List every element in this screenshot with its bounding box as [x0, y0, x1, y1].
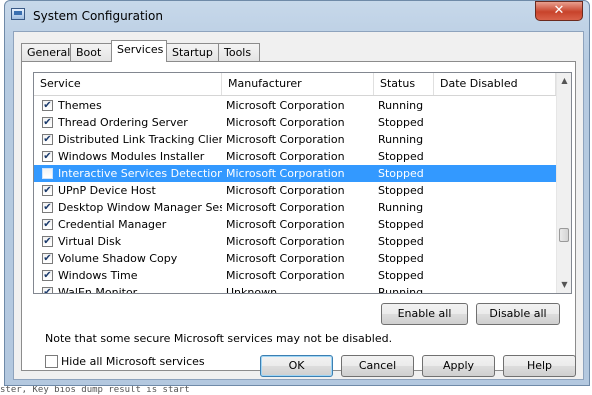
service-status: Stopped: [378, 150, 424, 163]
service-checkbox[interactable]: ✔: [42, 253, 53, 264]
service-row[interactable]: Interactive Services Detection Microsoft …: [34, 165, 556, 182]
service-row[interactable]: ✔ Credential Manager Microsoft Corporation…: [34, 216, 556, 233]
hide-microsoft-services-checkbox[interactable]: [45, 355, 58, 368]
service-manufacturer: Microsoft Corporation: [226, 150, 345, 163]
service-checkbox[interactable]: ✔: [42, 134, 53, 145]
service-checkbox[interactable]: ✔: [42, 151, 53, 162]
service-row[interactable]: ✔ Windows Time Microsoft Corporation Stoppe…: [34, 267, 556, 284]
service-status: Running: [378, 133, 424, 146]
service-row[interactable]: ✔ WalEn Monitor Unknown Running: [34, 284, 556, 294]
service-checkbox[interactable]: ✔: [42, 236, 53, 247]
service-manufacturer: Microsoft Corporation: [226, 99, 345, 112]
service-status: Running: [378, 201, 424, 214]
service-manufacturer: Microsoft Corporation: [226, 167, 345, 180]
ok-button[interactable]: OK: [260, 355, 333, 377]
apply-button[interactable]: Apply: [422, 355, 495, 377]
service-status: Stopped: [378, 269, 424, 282]
service-row[interactable]: ✔ Distributed Link Tracking Client Microso…: [34, 131, 556, 148]
service-manufacturer: Microsoft Corporation: [226, 218, 345, 231]
service-manufacturer: Unknown: [226, 286, 278, 294]
column-header-date-disabled[interactable]: Date Disabled: [434, 73, 556, 95]
msconfig-icon: [11, 8, 25, 20]
tab-services[interactable]: Services: [111, 40, 167, 62]
service-name: UPnP Device Host: [58, 184, 156, 197]
background-console-text: ster, Key bios dump result is start: [0, 386, 190, 395]
vertical-scrollbar[interactable]: ▲ ▼: [556, 73, 571, 293]
service-checkbox[interactable]: ✔: [42, 287, 53, 293]
services-list[interactable]: Service Manufacturer Status Date Disable…: [33, 72, 572, 294]
service-checkbox[interactable]: ✔: [42, 185, 53, 196]
tab-tools[interactable]: Tools: [218, 43, 260, 62]
service-name: Desktop Window Manager Sessi...: [58, 201, 222, 214]
service-name: Thread Ordering Server: [58, 116, 188, 129]
service-checkbox[interactable]: ✔: [42, 202, 53, 213]
service-status: Stopped: [378, 184, 424, 197]
service-status: Running: [378, 99, 424, 112]
service-row[interactable]: ✔ UPnP Device Host Microsoft Corporation St…: [34, 182, 556, 199]
service-status: Running: [378, 286, 424, 294]
service-manufacturer: Microsoft Corporation: [226, 252, 345, 265]
service-checkbox[interactable]: ✔: [42, 117, 53, 128]
scroll-down-arrow-icon[interactable]: ▼: [557, 277, 571, 293]
service-status: Stopped: [378, 167, 424, 180]
service-row[interactable]: ✔ Windows Modules Installer Microsoft Corp…: [34, 148, 556, 165]
service-name: Interactive Services Detection: [58, 167, 222, 180]
service-name: Volume Shadow Copy: [58, 252, 178, 265]
service-row[interactable]: ✔ Virtual Disk Microsoft Corporation Stoppe…: [34, 233, 556, 250]
close-button[interactable]: ✕: [535, 1, 583, 21]
service-name: Windows Modules Installer: [58, 150, 205, 163]
service-name: Distributed Link Tracking Client: [58, 133, 222, 146]
service-status: Stopped: [378, 235, 424, 248]
system-configuration-window: System Configuration ✕ General Boot Serv…: [4, 0, 590, 386]
column-header-status[interactable]: Status: [374, 73, 434, 95]
service-manufacturer: Microsoft Corporation: [226, 184, 345, 197]
hide-microsoft-services-label: Hide all Microsoft services: [61, 355, 205, 368]
cancel-button[interactable]: Cancel: [341, 355, 414, 377]
scroll-up-arrow-icon[interactable]: ▲: [557, 73, 571, 89]
service-row[interactable]: ✔ Thread Ordering Server Microsoft Corpora…: [34, 114, 556, 131]
service-manufacturer: Microsoft Corporation: [226, 235, 345, 248]
service-status: Stopped: [378, 116, 424, 129]
service-manufacturer: Microsoft Corporation: [226, 116, 345, 129]
service-row[interactable]: ✔ Desktop Window Manager Sessi... Microsof…: [34, 199, 556, 216]
secure-services-note: Note that some secure Microsoft services…: [45, 332, 393, 345]
service-status: Stopped: [378, 252, 424, 265]
disable-all-button[interactable]: Disable all: [476, 303, 560, 325]
service-status: Stopped: [378, 218, 424, 231]
enable-all-button[interactable]: Enable all: [381, 303, 468, 325]
service-checkbox[interactable]: [42, 168, 53, 179]
service-manufacturer: Microsoft Corporation: [226, 269, 345, 282]
service-name: Credential Manager: [58, 218, 167, 231]
scroll-thumb[interactable]: [559, 228, 569, 242]
service-name: Themes: [58, 99, 102, 112]
column-header-service[interactable]: Service: [34, 73, 222, 95]
dialog-client-area: General Boot Services Startup Tools Serv…: [13, 31, 584, 380]
service-checkbox[interactable]: ✔: [42, 270, 53, 281]
service-checkbox[interactable]: ✔: [42, 219, 53, 230]
service-row[interactable]: ✔ Themes Microsoft Corporation Running: [34, 97, 556, 114]
service-name: Virtual Disk: [58, 235, 122, 248]
column-header-manufacturer[interactable]: Manufacturer: [222, 73, 374, 95]
service-row[interactable]: ✔ Volume Shadow Copy Microsoft Corporation…: [34, 250, 556, 267]
service-checkbox[interactable]: ✔: [42, 100, 53, 111]
tab-startup[interactable]: Startup: [166, 43, 219, 62]
tab-boot[interactable]: Boot: [70, 43, 112, 62]
service-manufacturer: Microsoft Corporation: [226, 201, 345, 214]
title-bar[interactable]: System Configuration ✕: [5, 1, 589, 31]
tab-general[interactable]: General: [21, 43, 71, 62]
list-header: Service Manufacturer Status Date Disable…: [34, 73, 556, 96]
service-name: WalEn Monitor: [58, 286, 138, 294]
service-name: Windows Time: [58, 269, 138, 282]
help-button[interactable]: Help: [503, 355, 576, 377]
service-manufacturer: Microsoft Corporation: [226, 133, 345, 146]
window-title: System Configuration: [33, 9, 163, 23]
